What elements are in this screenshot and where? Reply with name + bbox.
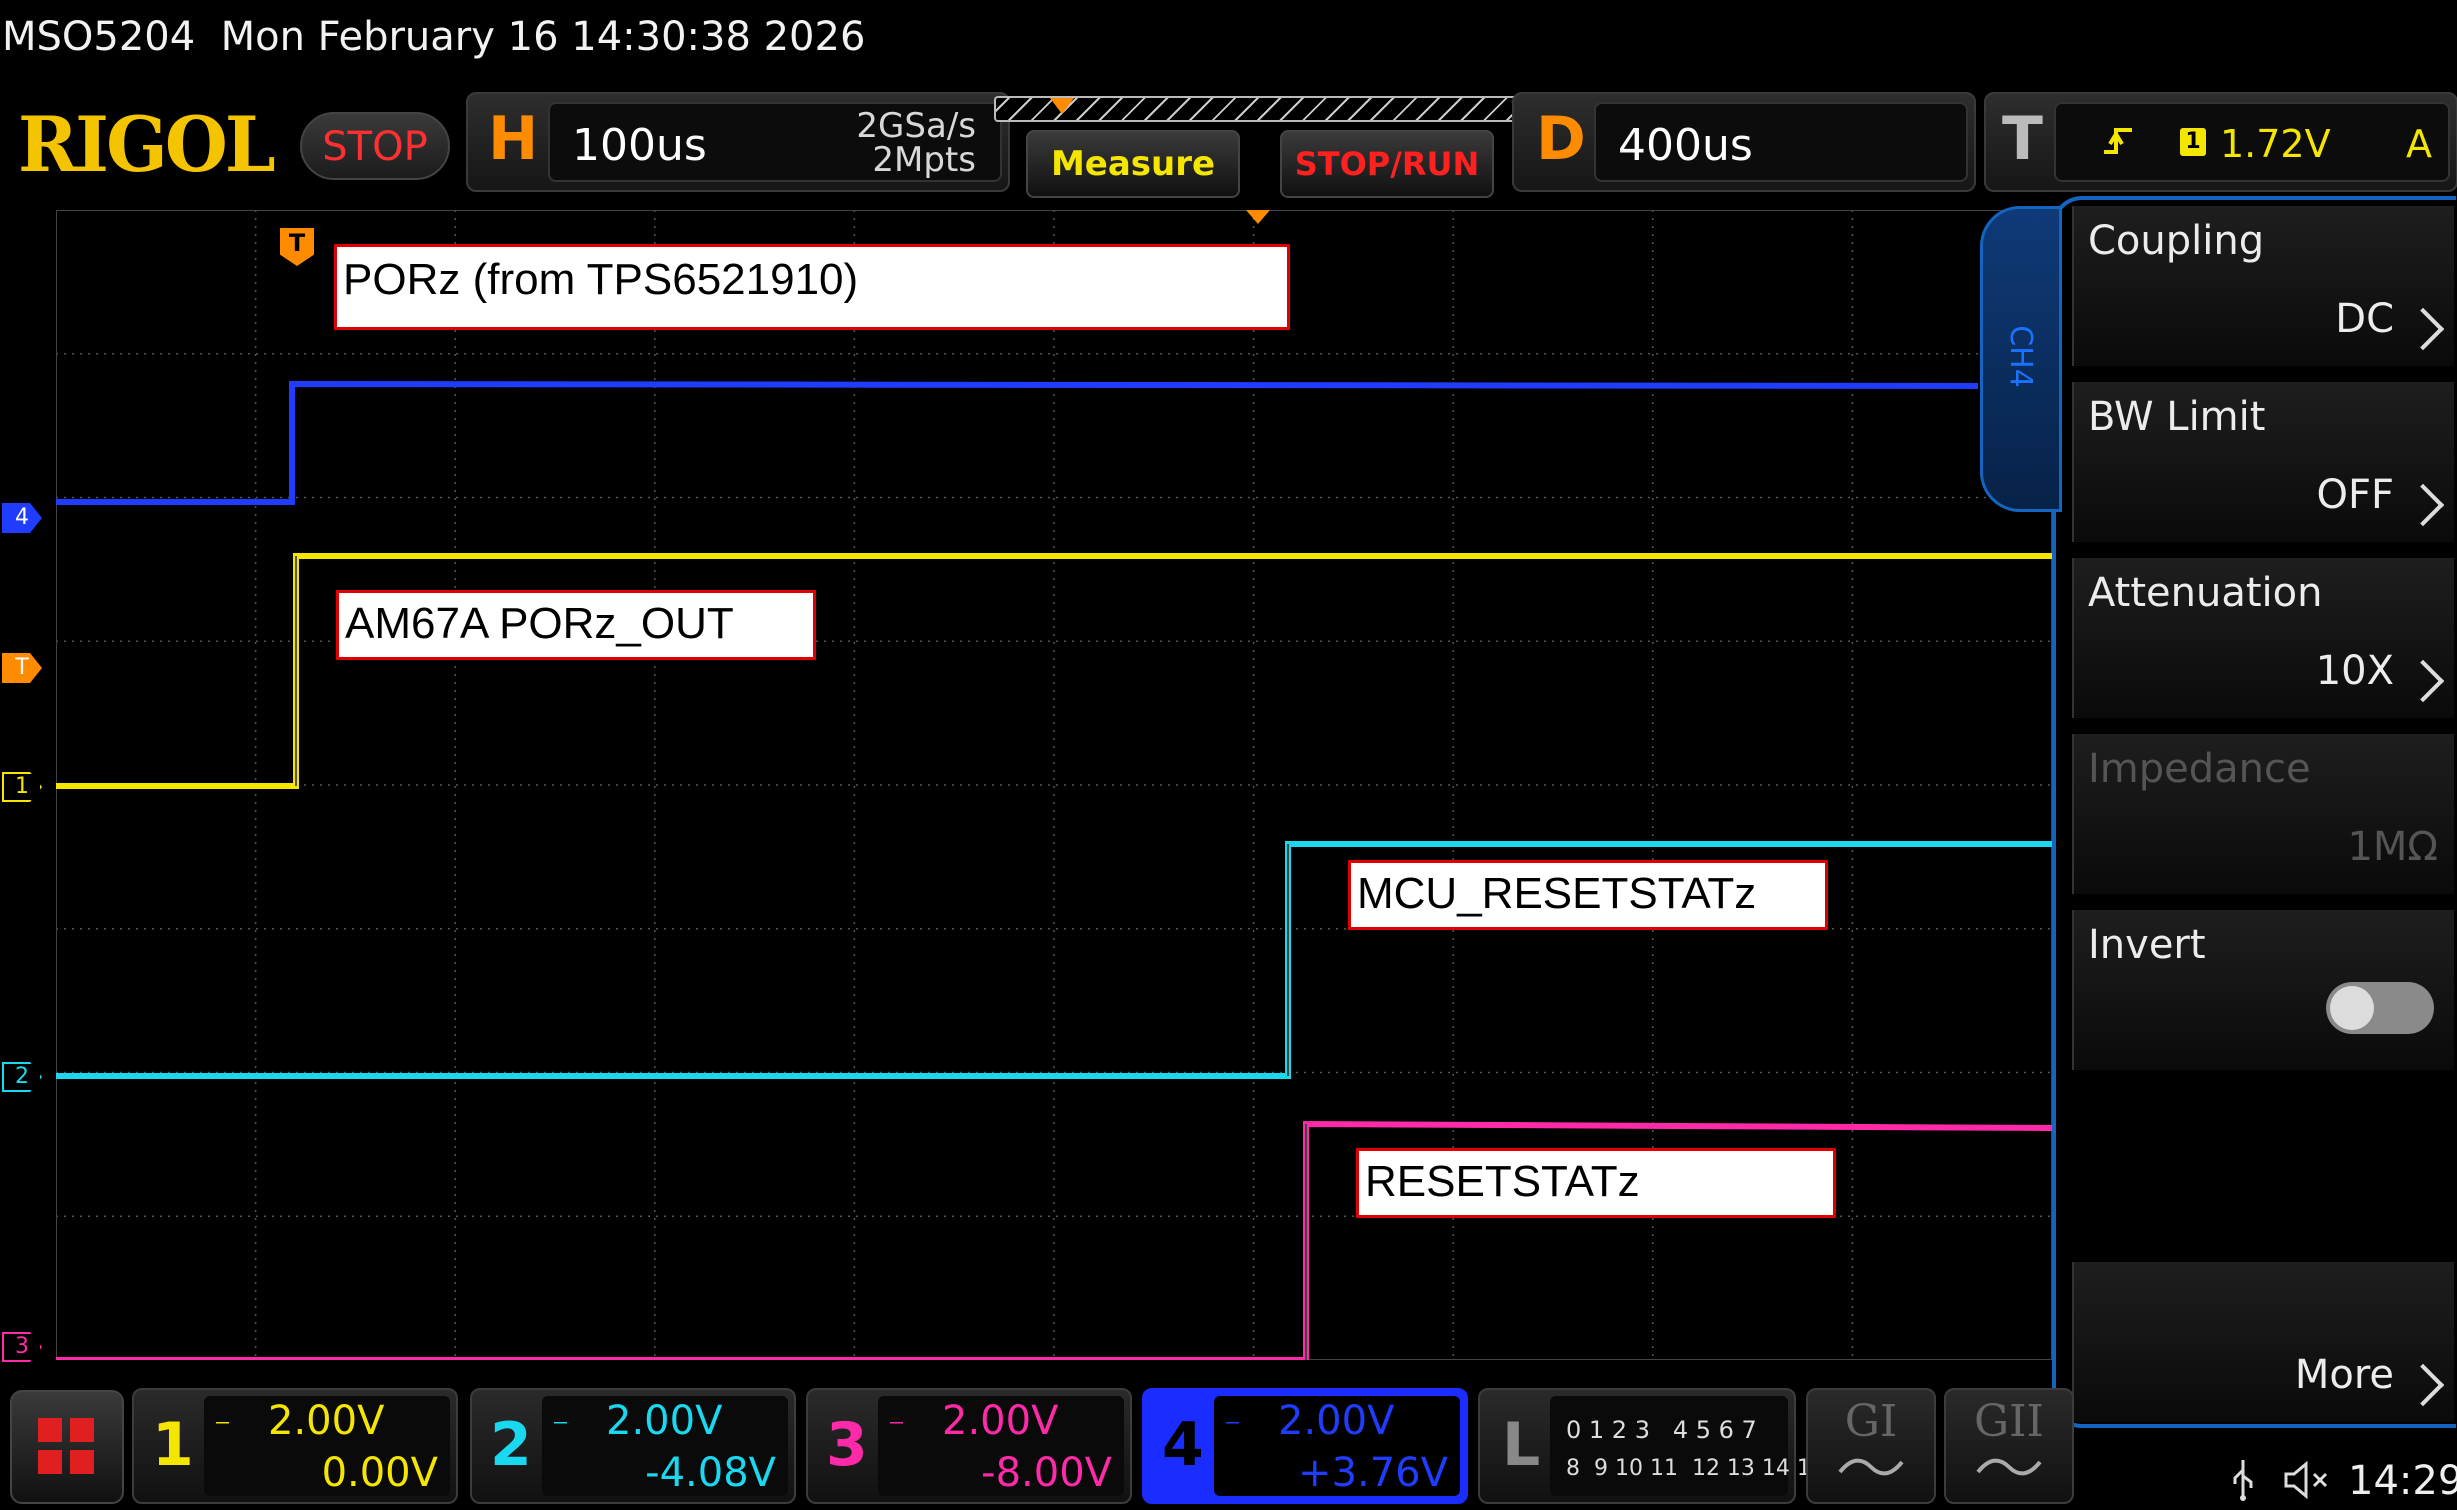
label-resetstatz: RESETSTATz <box>1356 1148 1836 1218</box>
bus1-label: GI <box>1844 1396 1898 1447</box>
side-menu-channel-tab[interactable]: CH4 <box>1980 206 2062 512</box>
ch3-level-marker[interactable]: 3 <box>2 1332 42 1362</box>
clock-time: 14:29 <box>2348 1458 2457 1504</box>
trigger-panel[interactable]: T 1 1.72V A <box>1984 92 2457 192</box>
menu-coupling[interactable]: Coupling DC <box>2072 206 2454 366</box>
channel-3-panel[interactable]: 3 ⎯ 2.00V -8.00V <box>806 1388 1132 1504</box>
channel-number: 4 <box>1162 1410 1204 1480</box>
logic-inner: 0 1 2 3 4 5 6 7 8 9 10 11 12 13 14 15 <box>1550 1396 1825 1496</box>
trigger-mode: A <box>2406 122 2432 166</box>
measure-button[interactable]: Measure <box>1026 130 1240 198</box>
bus1-button[interactable]: GI <box>1806 1388 1936 1504</box>
trigger-level-marker[interactable]: T <box>2 653 42 683</box>
ch1-level-marker[interactable]: 1 <box>2 772 42 802</box>
channel-readout: ⎯ 2.00V 0.00V <box>204 1396 450 1496</box>
channel-scale: 2.00V <box>606 1398 723 1444</box>
channel-4-panel[interactable]: 4 ⎯ 2.00V +3.76V <box>1142 1388 1468 1504</box>
trigger-level: 1.72V <box>2220 122 2331 166</box>
channel-readout: ⎯ 2.00V +3.76V <box>1214 1396 1460 1496</box>
invert-toggle-knob <box>2330 986 2374 1030</box>
label-porz: PORz (from TPS6521910) <box>334 244 1290 330</box>
timebase-value: 100us <box>572 120 707 171</box>
menu-bw-limit-value: OFF <box>2316 472 2395 518</box>
trigger-position-strip <box>994 96 1528 122</box>
trigger-time-marker-label: T <box>288 229 306 257</box>
delay-panel[interactable]: D 400us <box>1512 92 1976 192</box>
menu-coupling-title: Coupling <box>2088 218 2265 264</box>
logic-letter: L <box>1502 1410 1541 1480</box>
memory-depth: 2Mpts <box>872 140 976 180</box>
bus1-wave-icon <box>1838 1458 1904 1476</box>
dc-coupling-icon: ⎯ <box>890 1406 904 1436</box>
label-mcu-resetstatz: MCU_RESETSTATz <box>1348 860 1828 930</box>
side-menu-channel-label: CH4 <box>2002 325 2038 388</box>
chevron-right-icon <box>2401 659 2445 703</box>
delay-readout: 400us <box>1594 102 1968 182</box>
channel-scale: 2.00V <box>268 1398 385 1444</box>
menu-attenuation[interactable]: Attenuation 10X <box>2072 558 2454 718</box>
run-state-label: STOP <box>322 124 428 170</box>
bus2-wave-icon <box>1976 1458 2042 1476</box>
channel-readout: ⎯ 2.00V -8.00V <box>878 1396 1124 1496</box>
bus2-label: GII <box>1974 1396 2044 1447</box>
menu-bw-limit-title: BW Limit <box>2088 394 2266 440</box>
menu-more-label: More <box>2294 1352 2394 1398</box>
usb-icon <box>2233 1460 2253 1501</box>
menu-impedance-value: 1MΩ <box>2347 824 2438 870</box>
bus2-button[interactable]: GII <box>1944 1388 2074 1504</box>
menu-coupling-value: DC <box>2335 296 2394 342</box>
trigger-center-marker <box>1246 210 1270 224</box>
dc-coupling-icon: ⎯ <box>216 1406 230 1436</box>
channel-number: 1 <box>152 1410 194 1480</box>
logic-row2: 8 9 10 11 12 13 14 15 <box>1566 1456 1825 1481</box>
menu-impedance-title: Impedance <box>2088 746 2311 792</box>
trigger-letter: T <box>2002 104 2043 174</box>
chevron-right-icon <box>2401 1363 2445 1407</box>
menu-attenuation-title: Attenuation <box>2088 570 2323 616</box>
horizontal-letter: H <box>488 104 539 174</box>
delay-letter: D <box>1536 104 1586 174</box>
menu-attenuation-value: 10X <box>2315 648 2394 694</box>
label-porz-out: AM67A PORz_OUT <box>336 590 816 660</box>
logic-panel[interactable]: L 0 1 2 3 4 5 6 7 8 9 10 11 12 13 14 15 <box>1478 1388 1825 1504</box>
channel-1-panel[interactable]: 1 ⎯ 2.00V 0.00V <box>132 1388 458 1504</box>
run-state-badge[interactable]: STOP <box>300 112 450 180</box>
menu-more[interactable]: More <box>2072 1262 2454 1422</box>
menu-bw-limit[interactable]: BW Limit OFF <box>2072 382 2454 542</box>
menu-invert[interactable]: Invert <box>2072 910 2454 1070</box>
rigol-logo: RIGOL <box>18 100 276 189</box>
chevron-right-icon <box>2401 307 2445 351</box>
menu-invert-title: Invert <box>2088 922 2206 968</box>
trigger-source-badge: 1 <box>2180 128 2206 156</box>
invert-toggle[interactable] <box>2326 982 2434 1034</box>
ch4-level-marker[interactable]: 4 <box>2 503 42 533</box>
horizontal-readout: 100us 2GSa/s 2Mpts <box>548 102 1002 182</box>
stop-run-button[interactable]: STOP/RUN <box>1280 130 1494 198</box>
home-button[interactable] <box>10 1390 124 1504</box>
logic-row1: 0 1 2 3 4 5 6 7 <box>1566 1416 1757 1444</box>
channel-scale: 2.00V <box>1278 1398 1395 1444</box>
rising-edge-icon <box>2104 128 2132 154</box>
trigger-position-marker <box>1050 98 1074 114</box>
channel-offset: 0.00V <box>321 1450 438 1496</box>
channel-offset: +3.76V <box>1298 1450 1448 1496</box>
chevron-right-icon <box>2401 483 2445 527</box>
channel-offset: -4.08V <box>645 1450 776 1496</box>
channel-number: 3 <box>826 1410 868 1480</box>
channel-number: 2 <box>490 1410 532 1480</box>
speaker-muted-icon[interactable] <box>2282 1460 2332 1500</box>
app-grid-icon <box>38 1418 94 1474</box>
menu-impedance: Impedance 1MΩ <box>2072 734 2454 894</box>
ch2-level-marker[interactable]: 2 <box>2 1062 42 1092</box>
horizontal-panel[interactable]: H 100us 2GSa/s 2Mpts <box>466 92 1010 192</box>
model-datetime: MSO5204 Mon February 16 14:30:38 2026 <box>2 14 866 60</box>
delay-value: 400us <box>1618 120 1753 171</box>
dc-coupling-icon: ⎯ <box>1226 1406 1240 1436</box>
channel-2-panel[interactable]: 2 ⎯ 2.00V -4.08V <box>470 1388 796 1504</box>
channel-readout: ⎯ 2.00V -4.08V <box>542 1396 788 1496</box>
channel-offset: -8.00V <box>981 1450 1112 1496</box>
channel-scale: 2.00V <box>942 1398 1059 1444</box>
dc-coupling-icon: ⎯ <box>554 1406 568 1436</box>
trigger-readout: 1 1.72V A <box>2054 102 2450 182</box>
